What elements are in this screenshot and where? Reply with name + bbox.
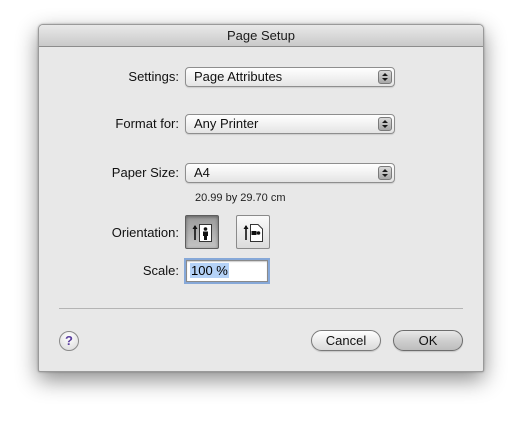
format-for-popup[interactable]: Any Printer (185, 114, 395, 134)
paper-size-popup[interactable]: A4 (185, 163, 395, 183)
scale-label: Scale: (142, 263, 179, 278)
landscape-icon (243, 224, 263, 242)
settings-popup[interactable]: Page Attributes (185, 67, 395, 87)
scale-value: 100 % (190, 263, 229, 278)
paper-size-label: Paper Size: (111, 165, 179, 180)
settings-value: Page Attributes (194, 69, 283, 84)
page-setup-dialog: Page Setup Settings: Page Attributes For… (38, 24, 484, 372)
window-title: Page Setup (39, 25, 483, 47)
divider (59, 308, 463, 309)
ok-button[interactable]: OK (393, 330, 463, 351)
help-button[interactable]: ? (59, 331, 79, 351)
paper-dimensions: 20.99 by 29.70 cm (195, 192, 286, 204)
format-for-label: Format for: (115, 116, 179, 131)
popup-arrows-icon (378, 166, 392, 180)
orientation-landscape-button[interactable] (236, 215, 270, 249)
format-for-value: Any Printer (194, 116, 259, 131)
popup-arrows-icon (378, 117, 392, 131)
cancel-button[interactable]: Cancel (311, 330, 381, 351)
popup-arrows-icon (378, 70, 392, 84)
portrait-icon (192, 224, 212, 242)
scale-input[interactable]: 100 % (186, 260, 268, 282)
orientation-label: Orientation: (111, 225, 179, 240)
paper-size-value: A4 (194, 165, 210, 180)
orientation-portrait-button[interactable] (185, 215, 219, 249)
settings-label: Settings: (128, 69, 179, 84)
